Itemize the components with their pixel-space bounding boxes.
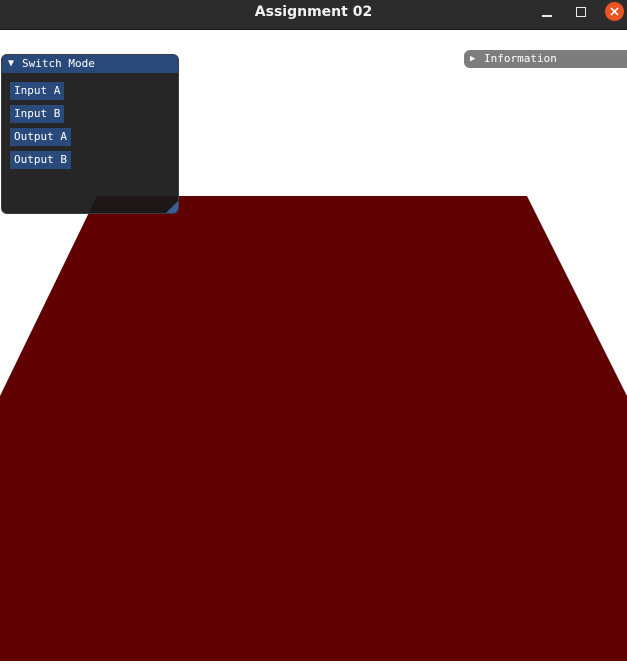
information-panel-header[interactable]: ▶ Information [464, 50, 627, 68]
switch-mode-panel: ▼ Switch Mode Input A Input B Output A O… [1, 54, 179, 214]
close-button[interactable] [605, 2, 624, 21]
information-title: Information [484, 52, 557, 65]
triangle-right-icon[interactable]: ▶ [470, 50, 475, 68]
maximize-button[interactable] [571, 4, 591, 22]
ground-plane [0, 196, 627, 661]
input-a-button[interactable]: Input A [10, 82, 65, 100]
resize-grip[interactable] [166, 201, 178, 213]
switch-mode-title: Switch Mode [22, 57, 95, 70]
input-b-button[interactable]: Input B [10, 105, 65, 123]
app-window: Assignment 02 ▼ Switch Mode Input A Inpu… [0, 0, 627, 665]
output-a-button[interactable]: Output A [10, 128, 71, 146]
maximize-icon [576, 7, 586, 17]
close-icon [610, 7, 619, 16]
minimize-button[interactable] [537, 4, 557, 22]
window-title: Assignment 02 [254, 4, 373, 20]
output-b-button[interactable]: Output B [10, 151, 71, 169]
title-bar[interactable]: Assignment 02 [0, 0, 627, 30]
switch-mode-header[interactable]: ▼ Switch Mode [2, 55, 178, 73]
minimize-icon [542, 15, 552, 17]
triangle-down-icon[interactable]: ▼ [8, 55, 14, 73]
